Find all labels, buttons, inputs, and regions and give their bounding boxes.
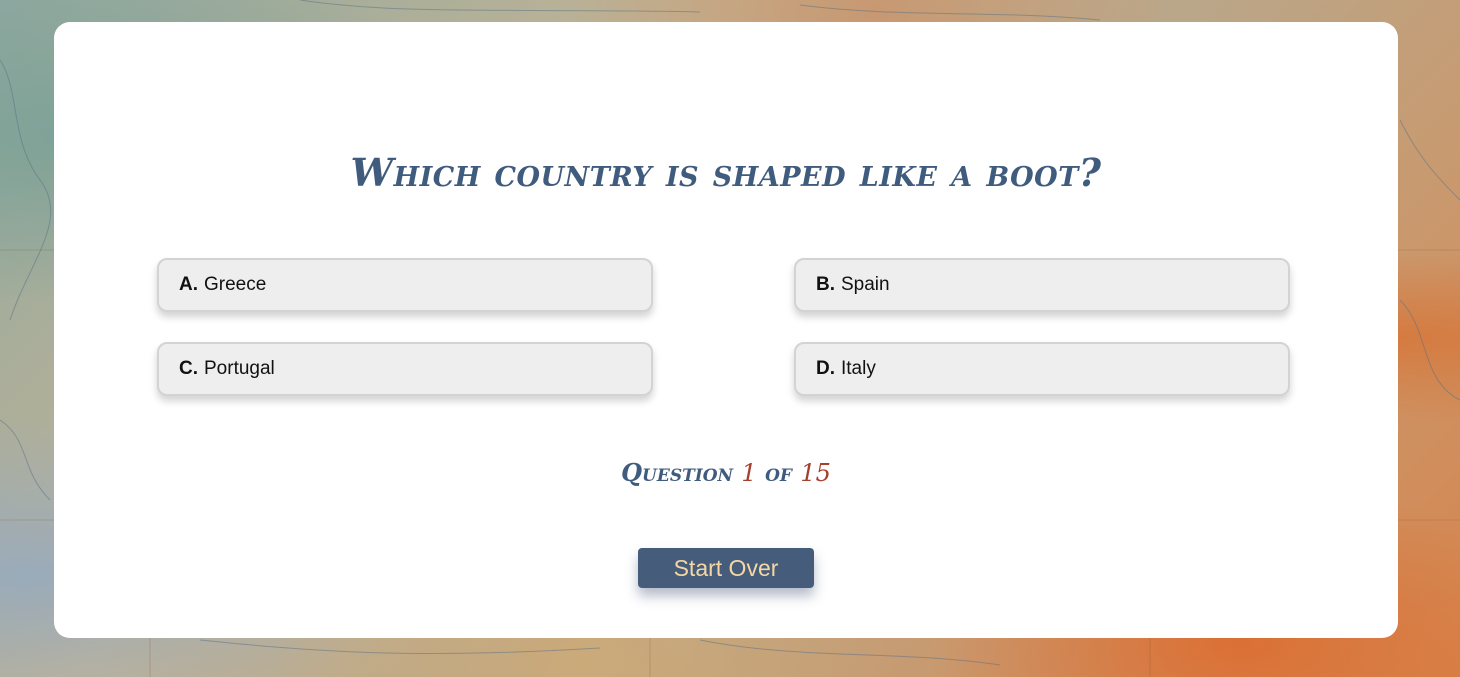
question-text: Which country is shaped like a boot? [350, 150, 1102, 195]
progress-total: 15 [800, 459, 831, 487]
answer-label: Greece [204, 274, 267, 295]
progress-current: 1 [741, 459, 757, 487]
question-progress: Question 1 of 15 [54, 458, 1398, 487]
start-over-button[interactable]: Start Over [638, 548, 814, 588]
progress-prefix: Question [621, 458, 734, 487]
answer-label: Italy [841, 358, 876, 379]
progress-separator: of [765, 458, 792, 487]
quiz-page: { "quiz": { "question": "Which country i… [0, 0, 1460, 677]
answer-letter: D. [816, 358, 835, 379]
answer-option-b[interactable]: B. Spain [794, 258, 1290, 312]
answer-option-d[interactable]: D. Italy [794, 342, 1290, 396]
quiz-card: Which country is shaped like a boot? A. … [54, 22, 1398, 638]
answer-letter: B. [816, 274, 835, 295]
answer-letter: A. [179, 274, 198, 295]
answer-option-a[interactable]: A. Greece [157, 258, 653, 312]
answer-option-c[interactable]: C. Portugal [157, 342, 653, 396]
answer-label: Portugal [204, 358, 275, 379]
answer-label: Spain [841, 274, 890, 295]
answer-letter: C. [179, 358, 198, 379]
